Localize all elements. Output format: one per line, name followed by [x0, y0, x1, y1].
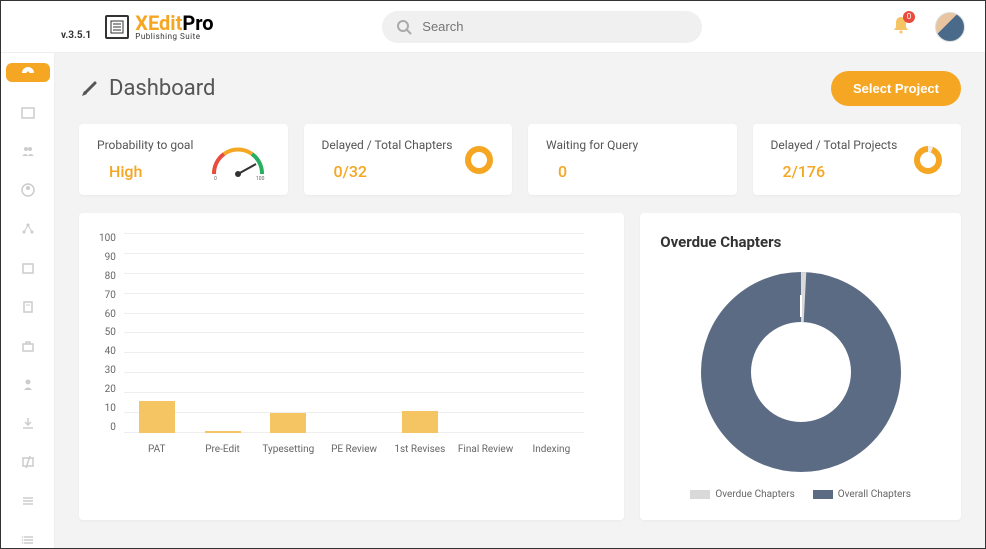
card-title: Probability to goal	[97, 138, 193, 152]
bar	[402, 411, 438, 433]
select-project-button[interactable]: Select Project	[831, 71, 961, 106]
svg-text:0: 0	[214, 176, 217, 180]
notifications-button[interactable]: 0	[891, 15, 911, 39]
card-delayed-chapters: Delayed / Total Chapters 0/32	[304, 124, 513, 195]
donut-icon	[913, 145, 943, 175]
sidebar-item-4[interactable]	[10, 221, 46, 238]
card-waiting-query: Waiting for Query 0	[528, 124, 737, 195]
x-axis-label: 1st Revises	[390, 444, 450, 455]
card-title: Delayed / Total Chapters	[322, 138, 453, 152]
donut-chart-panel: Overdue Chapters Overdue Chapters Overal…	[640, 213, 961, 520]
notification-badge: 0	[903, 11, 915, 23]
sidebar-item-8[interactable]	[10, 376, 46, 393]
x-axis-label: Typesetting	[258, 444, 318, 455]
sidebar-item-dashboard[interactable]	[6, 63, 50, 82]
logo-text: XEditPro Publishing Suite	[135, 13, 213, 41]
sidebar-item-5[interactable]	[10, 259, 46, 276]
y-axis: 1009080706050403020100	[99, 233, 124, 433]
topbar: v.3.5.1 XEditPro Publishing Suite 0	[1, 1, 985, 53]
cards-row: Probability to goal High 0 100 Delayed /…	[79, 124, 961, 195]
sidebar-item-7[interactable]	[10, 337, 46, 354]
gauge-icon: 0 100	[206, 140, 270, 180]
card-title: Delayed / Total Projects	[771, 138, 898, 152]
content: Dashboard Select Project Probability to …	[55, 53, 985, 548]
sidebar-item-1[interactable]	[10, 104, 46, 121]
card-title: Waiting for Query	[546, 138, 638, 152]
bar	[139, 401, 175, 433]
logo[interactable]: v.3.5.1 XEditPro Publishing Suite	[61, 13, 214, 41]
avatar[interactable]	[935, 12, 965, 42]
sidebar-item-3[interactable]	[10, 182, 46, 199]
bar	[270, 413, 306, 433]
topbar-right: 0	[891, 12, 965, 42]
legend-item: Overall Chapters	[813, 489, 911, 500]
donut-chart	[696, 267, 906, 477]
page-title-wrap: Dashboard	[79, 76, 215, 101]
chart-title: Overdue Chapters	[660, 233, 941, 251]
donut-icon	[464, 145, 494, 175]
sidebar-item-6[interactable]	[10, 298, 46, 315]
sidebar-item-10[interactable]	[10, 454, 46, 471]
search-icon	[396, 19, 412, 39]
bar-chart: 1009080706050403020100 PAT Pre-Edit Typese…	[99, 233, 604, 463]
x-axis-label: Final Review	[456, 444, 516, 455]
card-probability: Probability to goal High 0 100	[79, 124, 288, 195]
page-header: Dashboard Select Project	[79, 71, 961, 106]
page-title: Dashboard	[109, 76, 215, 101]
brush-icon	[79, 79, 99, 99]
card-value: 0	[546, 162, 638, 181]
sidebar-item-11[interactable]	[10, 492, 46, 509]
sidebar-item-12[interactable]	[10, 531, 46, 548]
search-input[interactable]	[382, 11, 702, 43]
logo-icon	[105, 15, 129, 39]
version-text: v.3.5.1	[61, 30, 91, 41]
card-value: 2/176	[771, 162, 898, 181]
chart-legend: Overdue Chapters Overall Chapters	[690, 489, 911, 500]
legend-item: Overdue Chapters	[690, 489, 794, 500]
svg-text:100: 100	[256, 176, 265, 180]
bar	[205, 431, 241, 433]
x-axis-label: Indexing	[521, 444, 581, 455]
sidebar	[1, 53, 55, 548]
x-axis-label: PAT	[127, 444, 187, 455]
x-axis-label: Pre-Edit	[193, 444, 253, 455]
card-value: 0/32	[322, 162, 453, 181]
sidebar-item-2[interactable]	[10, 143, 46, 160]
card-delayed-projects: Delayed / Total Projects 2/176	[753, 124, 962, 195]
charts-row: 1009080706050403020100 PAT Pre-Edit Typese…	[79, 213, 961, 520]
search-wrap	[382, 11, 702, 43]
sidebar-item-9[interactable]	[10, 415, 46, 432]
bar-chart-panel: 1009080706050403020100 PAT Pre-Edit Typese…	[79, 213, 624, 520]
card-value: High	[97, 162, 193, 181]
x-axis-label: PE Review	[324, 444, 384, 455]
